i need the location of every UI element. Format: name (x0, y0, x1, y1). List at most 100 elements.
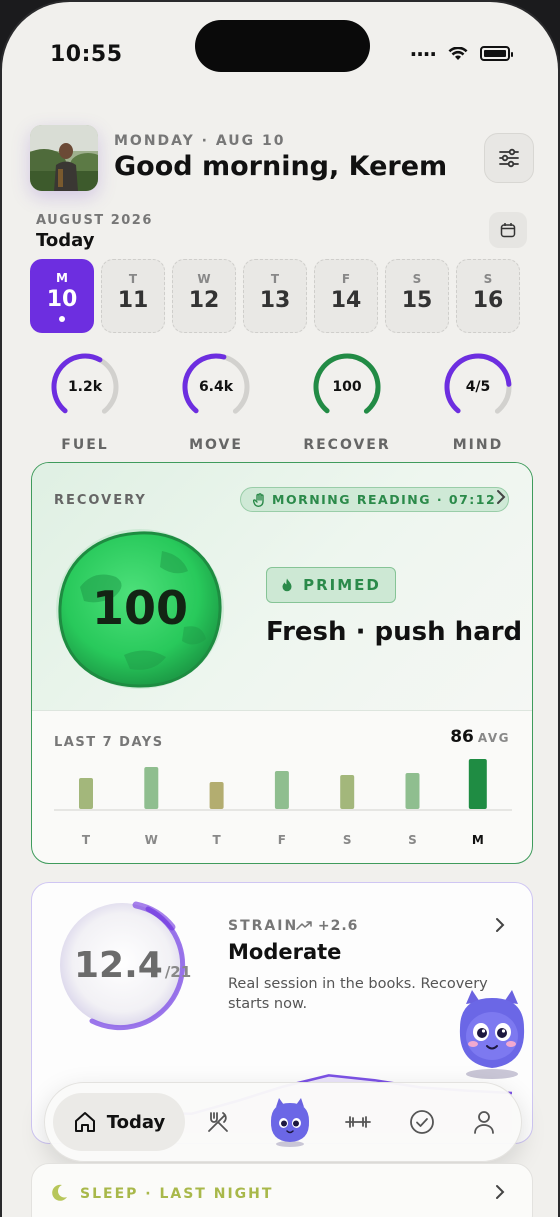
strain-delta-value: +2.6 (317, 918, 359, 934)
recovery-card[interactable]: RECOVERY MORNING READING · 07:12 100 PRI… (31, 462, 533, 864)
sliders-icon (499, 148, 519, 168)
chart-bar (274, 771, 289, 809)
primed-label: PRIMED (303, 576, 381, 594)
ring-label: MOVE (189, 437, 243, 453)
day-cell[interactable]: S 16 (456, 259, 520, 333)
ring-label: RECOVER (303, 437, 391, 453)
sleep-label: SLEEP · LAST NIGHT (80, 1186, 274, 1202)
week-strip: M 10 T 11 W 12 T 13 F 14 S 15 S 16 (30, 259, 520, 333)
strain-label: STRAIN (228, 918, 299, 934)
chart-bar (79, 778, 93, 809)
day-letter: W (197, 272, 211, 286)
calendar-button[interactable] (489, 212, 527, 248)
daily-rings: 1.2k FUEL 6.4k MOVE 100 RECOVER 4/5 MIND (2, 351, 558, 453)
day-cell[interactable]: W 12 (172, 259, 236, 333)
profile-icon (474, 1111, 494, 1134)
nav-today-label: Today (106, 1111, 166, 1133)
day-number: 15 (401, 288, 433, 313)
day-number: 12 (188, 288, 220, 313)
day-letter: T (128, 272, 138, 286)
greeting-title: Good morning, Kerem (114, 151, 448, 182)
chart-x-label: T (81, 833, 91, 847)
strain-delta: +2.6 (296, 918, 358, 934)
day-letter: S (412, 272, 422, 286)
last-7-days-chart (54, 759, 512, 811)
nav-today-tab[interactable]: Today (53, 1093, 185, 1151)
last-7-days-label: LAST 7 DAYS (54, 735, 164, 750)
chart-bar (468, 759, 487, 809)
home-icon (74, 1112, 95, 1132)
morning-reading-text: MORNING READING · 07:12 (272, 492, 497, 507)
status-icons: ···· (409, 41, 513, 66)
average-value: 86 AVG (450, 727, 510, 747)
recovery-title: RECOVERY (54, 493, 147, 508)
day-letter: F (341, 272, 351, 286)
day-number: 13 (259, 288, 291, 313)
morning-reading-chip[interactable]: MORNING READING · 07:12 (240, 487, 510, 512)
settings-button[interactable] (484, 133, 534, 183)
strain-value: 12.4/21 (74, 945, 191, 986)
chart-x-label: S (408, 833, 417, 847)
wifi-icon (448, 46, 468, 60)
mascot-icon[interactable] (452, 984, 532, 1080)
signal-icon: ···· (409, 41, 437, 66)
day-cell[interactable]: F 14 (314, 259, 378, 333)
chevron-right-icon[interactable] (495, 489, 507, 505)
ring-mind[interactable]: 4/5 MIND (433, 351, 523, 453)
day-letter: M (56, 271, 68, 285)
status-time: 10:55 (50, 42, 123, 67)
chevron-right-icon[interactable] (494, 1184, 506, 1200)
sleep-card[interactable]: SLEEP · LAST NIGHT (31, 1163, 533, 1217)
app-screen: 10:55 ···· MONDAY · AUG 10 Good morning,… (0, 0, 560, 1217)
day-number: 14 (330, 288, 362, 313)
moon-icon (52, 1184, 67, 1201)
nav-mascot-tab[interactable] (267, 1095, 313, 1147)
date-line: MONDAY · AUG 10 (114, 133, 286, 149)
month-label: AUGUST 2026 (36, 213, 153, 228)
mascot-icon (270, 1098, 310, 1147)
ring-label: MIND (452, 437, 504, 453)
selected-dot (59, 316, 65, 322)
day-cell[interactable]: M 10 (30, 259, 94, 333)
flame-icon (282, 578, 292, 592)
day-cell[interactable]: T 11 (101, 259, 165, 333)
day-cell[interactable]: S 15 (385, 259, 449, 333)
strain-number: 12.4 (74, 945, 163, 986)
check-circle-icon (410, 1110, 434, 1134)
nav-habits-tab[interactable] (403, 1103, 441, 1141)
chevron-right-icon[interactable] (494, 917, 506, 933)
chart-bar (405, 773, 420, 809)
ring-fuel[interactable]: 1.2k FUEL (40, 351, 130, 453)
ring-recover[interactable]: 100 RECOVER (302, 351, 392, 453)
day-letter: S (483, 272, 493, 286)
ring-move[interactable]: 6.4k MOVE (171, 351, 261, 453)
day-number: 11 (117, 288, 149, 313)
nav-workout-tab[interactable] (339, 1103, 377, 1141)
recovery-headline: Fresh · push hard (266, 617, 523, 647)
calendar-icon (500, 223, 516, 238)
primed-badge: PRIMED (266, 567, 396, 603)
ring-label: FUEL (61, 437, 109, 453)
chart-bar (144, 767, 159, 809)
day-cell[interactable]: T 13 (243, 259, 307, 333)
trend-up-icon (296, 921, 312, 930)
chart-x-label: M (471, 833, 484, 847)
avg-number: 86 (450, 727, 474, 747)
battery-icon (480, 46, 513, 61)
chart-bar (340, 775, 355, 809)
chart-x-label: S (342, 833, 352, 847)
hand-icon (253, 492, 264, 507)
strain-title: Moderate (228, 940, 342, 964)
nav-profile-tab[interactable] (465, 1103, 503, 1141)
fork-knife-icon (208, 1112, 228, 1132)
chart-bar (209, 782, 224, 809)
ring-value: 1.2k (67, 379, 103, 395)
chart-x-label: F (277, 833, 286, 847)
ring-value: 4/5 (465, 379, 491, 395)
day-letter: T (270, 272, 280, 286)
day-number: 16 (472, 288, 504, 313)
bottom-nav: Today (44, 1082, 522, 1162)
nav-nutrition-tab[interactable] (199, 1103, 237, 1141)
day-number: 10 (46, 287, 78, 312)
avatar[interactable] (30, 125, 98, 191)
